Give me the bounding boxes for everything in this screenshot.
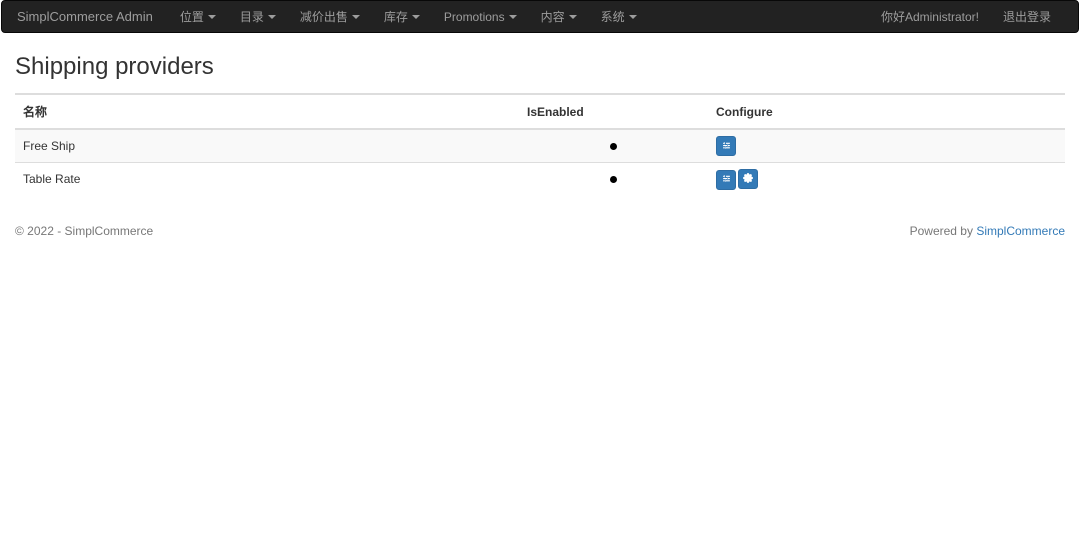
nav-item-inventory[interactable]: 库存 xyxy=(372,1,432,32)
header-name: 名称 xyxy=(15,94,519,129)
chevron-down-icon xyxy=(629,15,637,19)
cell-name: Free Ship xyxy=(15,129,519,163)
nav-label: 目录 xyxy=(240,8,264,25)
nav-item-location[interactable]: 位置 xyxy=(168,1,228,32)
nav-label: Promotions xyxy=(444,10,505,24)
copyright-text: © 2022 - SimplCommerce xyxy=(15,224,153,238)
enabled-dot-icon xyxy=(610,176,617,183)
chevron-down-icon xyxy=(268,15,276,19)
cell-enabled xyxy=(519,129,708,163)
header-configure: Configure xyxy=(708,94,1065,129)
main-container: Shipping providers 名称 IsEnabled Configur… xyxy=(0,53,1080,196)
sliders-icon xyxy=(722,174,731,185)
navbar-left: SimplCommerce Admin 位置 目录 减价出售 库存 Promot… xyxy=(17,1,649,32)
nav-label: 减价出售 xyxy=(300,8,348,25)
configure-button[interactable] xyxy=(738,169,758,189)
chevron-down-icon xyxy=(208,15,216,19)
brand-link[interactable]: SimplCommerce Admin xyxy=(17,2,168,31)
nav-label: 库存 xyxy=(384,8,408,25)
table-row: Free Ship xyxy=(15,129,1065,163)
cell-configure xyxy=(708,129,1065,163)
nav-label: 位置 xyxy=(180,8,204,25)
nav-item-system[interactable]: 系统 xyxy=(589,1,649,32)
powered-by: Powered by SimplCommerce xyxy=(910,224,1065,238)
cell-configure xyxy=(708,163,1065,196)
edit-button[interactable] xyxy=(716,136,736,156)
nav-item-promotions[interactable]: Promotions xyxy=(432,3,529,31)
enabled-dot-icon xyxy=(610,143,617,150)
footer: © 2022 - SimplCommerce Powered by SimplC… xyxy=(0,216,1080,246)
edit-button[interactable] xyxy=(716,170,736,190)
chevron-down-icon xyxy=(569,15,577,19)
nav-label: 内容 xyxy=(541,8,565,25)
gear-icon xyxy=(743,173,753,185)
providers-table: 名称 IsEnabled Configure Free ShipTable Ra… xyxy=(15,93,1065,196)
top-navbar: SimplCommerce Admin 位置 目录 减价出售 库存 Promot… xyxy=(1,0,1079,33)
nav-item-content[interactable]: 内容 xyxy=(529,1,589,32)
powered-by-link[interactable]: SimplCommerce xyxy=(976,224,1065,238)
powered-by-text: Powered by xyxy=(910,224,973,238)
table-row: Table Rate xyxy=(15,163,1065,196)
table-header-row: 名称 IsEnabled Configure xyxy=(15,94,1065,129)
cell-name: Table Rate xyxy=(15,163,519,196)
greeting-link[interactable]: 你好Administrator! xyxy=(869,1,991,32)
cell-enabled xyxy=(519,163,708,196)
chevron-down-icon xyxy=(509,15,517,19)
nav-item-catalog[interactable]: 目录 xyxy=(228,1,288,32)
navbar-right: 你好Administrator! 退出登录 xyxy=(869,1,1063,32)
nav-label: 系统 xyxy=(601,8,625,25)
header-enabled: IsEnabled xyxy=(519,94,708,129)
logout-link[interactable]: 退出登录 xyxy=(991,1,1063,32)
nav-item-sale[interactable]: 减价出售 xyxy=(288,1,372,32)
chevron-down-icon xyxy=(412,15,420,19)
sliders-icon xyxy=(722,141,731,152)
page-title: Shipping providers xyxy=(15,53,1065,81)
chevron-down-icon xyxy=(352,15,360,19)
